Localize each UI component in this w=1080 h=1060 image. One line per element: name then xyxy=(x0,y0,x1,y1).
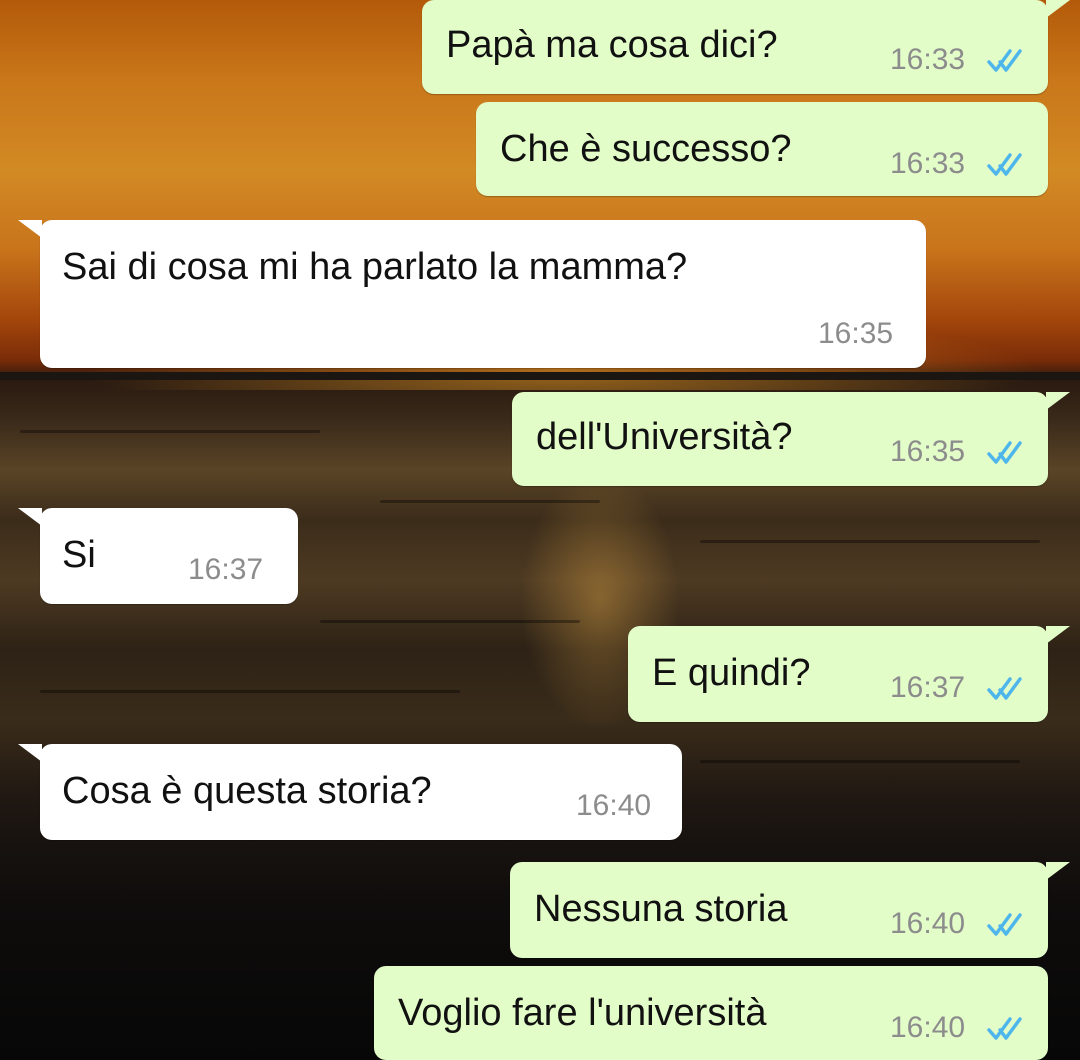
message-bubble-outgoing[interactable]: Voglio fare l'università 16:40 xyxy=(374,966,1048,1060)
message-bubble-outgoing[interactable]: dell'Università? 16:35 xyxy=(512,392,1070,486)
bubble-tail xyxy=(18,744,42,762)
message-text: Cosa è questa storia? xyxy=(62,770,432,812)
message-bubble-outgoing[interactable]: Nessuna storia 16:40 xyxy=(510,862,1070,958)
message-text: Che è successo? xyxy=(500,128,792,170)
message-time: 16:40 xyxy=(890,1011,966,1044)
message-text: Si xyxy=(62,534,96,576)
message-bubble-outgoing[interactable]: E quindi? 16:37 xyxy=(628,626,1070,722)
bubble-tail xyxy=(18,508,42,526)
bubble-tail xyxy=(1046,392,1070,410)
message-time: 16:35 xyxy=(890,435,966,468)
bubble-tail xyxy=(18,220,42,238)
wallpaper-wave xyxy=(700,760,1020,763)
message-text: Papà ma cosa dici? xyxy=(446,24,778,66)
message-text: dell'Università? xyxy=(536,416,793,458)
wallpaper-horizon xyxy=(0,372,1080,380)
wallpaper-wave xyxy=(20,430,320,433)
message-time: 16:35 xyxy=(818,317,894,350)
wallpaper-wave xyxy=(320,620,580,623)
read-receipt-icon xyxy=(987,49,1022,72)
message-time: 16:33 xyxy=(890,147,966,180)
bubble-tail xyxy=(1046,626,1070,644)
message-text: Voglio fare l'università xyxy=(398,992,767,1034)
message-time: 16:37 xyxy=(188,553,264,586)
message-bubble-outgoing[interactable]: Papà ma cosa dici? 16:33 xyxy=(422,0,1070,94)
read-receipt-icon xyxy=(987,153,1022,176)
message-time: 16:40 xyxy=(576,789,652,822)
bubble-tail xyxy=(1046,0,1070,18)
message-bubble-incoming[interactable]: Sai di cosa mi ha parlato la mamma? 16:3… xyxy=(18,220,926,368)
message-text: E quindi? xyxy=(652,652,811,694)
message-text: Nessuna storia xyxy=(534,888,788,930)
read-receipt-icon xyxy=(987,441,1022,464)
message-bubble-outgoing[interactable]: Che è successo? 16:33 xyxy=(476,102,1048,196)
read-receipt-icon xyxy=(987,913,1022,936)
message-bubble-incoming[interactable]: Si 16:37 xyxy=(18,508,298,604)
wallpaper-wave xyxy=(40,690,460,693)
read-receipt-icon xyxy=(987,677,1022,700)
read-receipt-icon xyxy=(987,1017,1022,1040)
message-time: 16:33 xyxy=(890,43,966,76)
message-time: 16:40 xyxy=(890,907,966,940)
wallpaper-wave xyxy=(380,500,600,503)
bubble-tail xyxy=(1046,862,1070,880)
message-text: Sai di cosa mi ha parlato la mamma? xyxy=(62,246,688,288)
message-time: 16:37 xyxy=(890,671,966,704)
wallpaper-wave xyxy=(700,540,1040,543)
message-bubble-incoming[interactable]: Cosa è questa storia? 16:40 xyxy=(18,744,682,840)
